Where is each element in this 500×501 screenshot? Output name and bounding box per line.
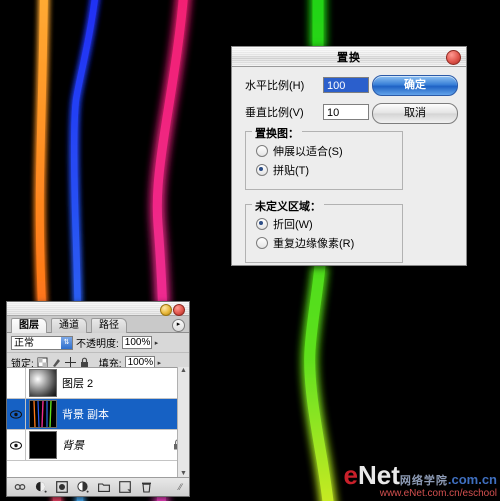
link-layers-button[interactable]	[14, 481, 26, 493]
tab-channels[interactable]: 通道	[51, 318, 87, 333]
radio-icon[interactable]	[256, 218, 268, 230]
radio-wrap-around[interactable]: 折回(W)	[256, 216, 394, 232]
visibility-toggle[interactable]	[7, 368, 26, 398]
chevron-right-icon[interactable]: ▸	[155, 339, 159, 347]
displace-dialog: 置换 水平比例(H) 100 垂直比例(V) 10 确定 取消 置换图： 伸展以…	[231, 46, 467, 266]
radio-wrap-around-label: 折回(W)	[273, 219, 313, 231]
watermark-net: Net	[357, 460, 400, 490]
radio-icon[interactable]	[256, 237, 268, 249]
eye-icon	[10, 440, 22, 450]
dialog-body: 水平比例(H) 100 垂直比例(V) 10 确定 取消 置换图： 伸展以适合(…	[232, 67, 466, 275]
watermark: eNet网络学院.com.cn www.eNet.com.cn/eschool	[344, 462, 498, 499]
watermark-brand: eNet网络学院.com.cn	[344, 462, 498, 488]
delete-layer-button[interactable]	[140, 481, 152, 493]
layer-style-button[interactable]	[35, 481, 47, 493]
displacement-map-group: 置换图： 伸展以适合(S) 拼贴(T)	[245, 125, 403, 190]
displacement-map-title: 置换图：	[252, 125, 302, 141]
visibility-toggle[interactable]	[7, 430, 26, 460]
chevron-updown-icon[interactable]: ⇅	[61, 336, 72, 349]
layer-list-scrollbar[interactable]: ▲ ▼	[177, 367, 189, 477]
layer-thumbnail-streaks[interactable]	[29, 400, 57, 428]
radio-icon[interactable]	[256, 145, 268, 157]
layer-thumbnail-black[interactable]	[29, 431, 57, 459]
radio-repeat-edge-pixels[interactable]: 重复边缘像素(R)	[256, 235, 394, 251]
layers-panel-tabs: 图层 通道 路径 ▸	[7, 316, 189, 333]
watermark-hanzi: 网络学院	[399, 475, 448, 487]
scroll-down-icon[interactable]: ▼	[178, 470, 189, 477]
radio-tile-label: 拼贴(T)	[273, 165, 310, 177]
horizontal-scale-input[interactable]: 100	[323, 77, 369, 93]
close-icon[interactable]	[173, 304, 185, 316]
radio-tile[interactable]: 拼贴(T)	[256, 162, 394, 178]
opacity-label: 不透明度:	[76, 339, 119, 350]
layer-name: 背景	[62, 440, 84, 452]
dialog-title: 置换	[337, 51, 361, 64]
cancel-button[interactable]: 取消	[372, 103, 458, 124]
layer-thumbnail-clouds[interactable]	[29, 369, 57, 397]
dialog-buttons: 确定 取消	[372, 75, 458, 131]
vertical-scale-input[interactable]: 10	[323, 104, 369, 120]
radio-stretch-to-fit-label: 伸展以适合(S)	[273, 146, 343, 158]
layer-row-2[interactable]: 背景 副本	[7, 399, 189, 430]
tab-paths[interactable]: 路径	[91, 318, 127, 333]
layer-row-3[interactable]: 背景	[7, 430, 189, 461]
new-layer-button[interactable]	[119, 481, 131, 493]
layers-panel: 图层 通道 路径 ▸ 正常 ⇅ 不透明度: 100% ▸ 锁定: 填充: 100…	[6, 301, 190, 497]
blend-mode-select[interactable]: 正常 ⇅	[11, 335, 73, 350]
chevron-right-icon[interactable]: ▸	[158, 359, 162, 367]
radio-icon[interactable]	[256, 164, 268, 176]
resize-grip-icon[interactable]: ⁄⁄	[179, 482, 182, 492]
layer-name: 背景 副本	[62, 409, 110, 421]
vertical-scale-label: 垂直比例(V)	[245, 107, 304, 119]
tab-layers[interactable]: 图层	[11, 318, 47, 333]
blend-mode-value: 正常	[14, 337, 34, 349]
layer-list: 图层 2 背景 副本 背景	[7, 367, 189, 477]
adjustment-layer-button[interactable]	[77, 481, 89, 493]
undefined-areas-group: 未定义区域： 折回(W) 重复边缘像素(R)	[245, 198, 403, 263]
radio-repeat-edge-pixels-label: 重复边缘像素(R)	[273, 238, 355, 250]
watermark-domain: .com.cn	[447, 472, 497, 487]
layer-row-1[interactable]: 图层 2	[7, 368, 189, 399]
horizontal-scale-label: 水平比例(H)	[245, 80, 305, 92]
panel-menu-icon[interactable]: ▸	[172, 319, 185, 332]
dialog-titlebar[interactable]: 置换	[232, 47, 466, 67]
ok-button[interactable]: 确定	[372, 75, 458, 96]
blend-opacity-row: 正常 ⇅ 不透明度: 100% ▸	[7, 333, 189, 353]
radio-stretch-to-fit[interactable]: 伸展以适合(S)	[256, 143, 394, 159]
visibility-toggle[interactable]	[7, 399, 26, 429]
layer-name: 图层 2	[62, 378, 94, 390]
eye-icon	[10, 409, 22, 419]
layers-panel-toolbar: ⁄⁄	[7, 477, 189, 496]
minimize-icon[interactable]	[160, 304, 172, 316]
close-icon[interactable]	[446, 50, 461, 65]
new-group-button[interactable]	[98, 481, 110, 493]
layer-mask-button[interactable]	[56, 481, 68, 493]
watermark-url: www.eNet.com.cn/eschool	[379, 488, 497, 499]
watermark-e: e	[343, 460, 358, 490]
opacity-input[interactable]: 100%	[121, 336, 152, 349]
layers-panel-titlebar[interactable]	[7, 302, 189, 316]
undefined-areas-title: 未定义区域：	[252, 198, 324, 214]
scroll-up-icon[interactable]: ▲	[178, 367, 189, 374]
